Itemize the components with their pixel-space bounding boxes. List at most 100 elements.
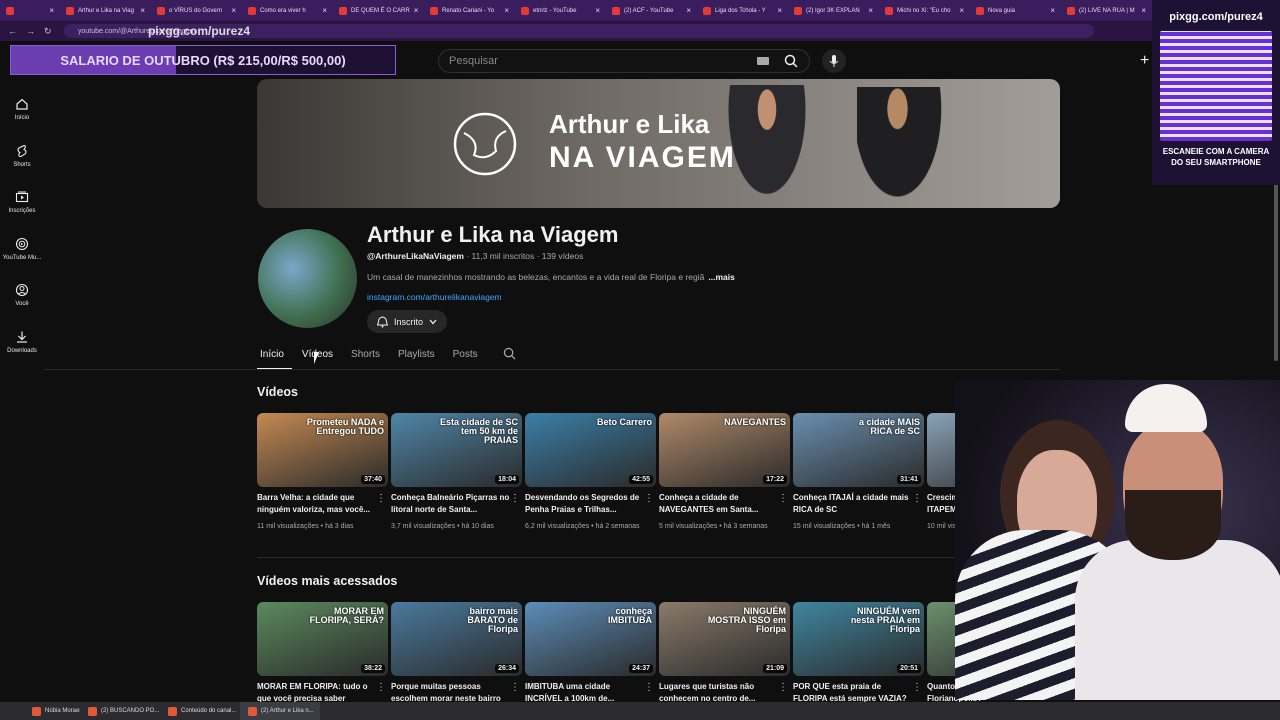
thumbnail-caption: MORAR EM FLORIPA, SERÁ? — [309, 606, 384, 625]
video-thumbnail[interactable]: NINGUÉM vem nesta PRAIA em Floripa 20:51 — [793, 602, 924, 676]
sidebar-item[interactable]: Você — [0, 272, 44, 319]
browser-tab[interactable]: (2) LIVE NA RUA | M × — [1061, 0, 1152, 21]
channel-avatar[interactable] — [258, 229, 357, 328]
tab-posts[interactable]: Posts — [450, 345, 486, 370]
sidebar-item[interactable]: Início — [0, 86, 44, 133]
taskbar-item[interactable]: (2) Arthur e Lika n... — [240, 702, 320, 720]
video-card[interactable]: bairro mais BARATO de Floripa 26:34 Porque… — [391, 602, 522, 705]
browser-tab[interactable]: (2) ACF - YouTube × — [606, 0, 697, 21]
more-options-icon[interactable]: ⋮ — [912, 682, 922, 693]
browser-tab[interactable]: Como era viver h × — [242, 0, 333, 21]
browser-tab[interactable]: Nova guia × — [970, 0, 1061, 21]
microphone-icon — [829, 55, 839, 67]
reload-icon[interactable]: ↻ — [44, 26, 52, 37]
video-card[interactable]: Beto Carrero 42:55 Desvendando os Segredos… — [525, 413, 656, 532]
subscribed-button[interactable]: Inscrito — [367, 310, 447, 333]
search-input[interactable]: Pesquisar — [449, 55, 498, 67]
channel-link[interactable]: instagram.com/arthurelikanaviagem — [367, 292, 502, 302]
globe-icon — [453, 112, 517, 176]
stream-watermark: pixgg.com/purez4 — [148, 24, 251, 38]
create-icon[interactable]: + — [1140, 52, 1149, 70]
more-options-icon[interactable]: ⋮ — [912, 493, 922, 504]
tab-videos[interactable]: Vídeos — [299, 345, 341, 370]
more-options-icon[interactable]: ⋮ — [644, 493, 654, 504]
tab-playlists[interactable]: Playlists — [395, 345, 443, 370]
search-button[interactable] — [773, 50, 809, 72]
browser-tab[interactable]: Arthur e Lika na Viag × — [60, 0, 151, 21]
close-tab-icon[interactable]: × — [414, 6, 419, 15]
browser-tab[interactable]: Michi no Xi: "Eu cho × — [879, 0, 970, 21]
back-icon[interactable]: ← — [8, 26, 17, 36]
sidebar-item[interactable]: Inscrições — [0, 179, 44, 226]
tab-shorts[interactable]: Shorts — [348, 345, 388, 370]
sidebar-item[interactable]: Downloads — [0, 319, 44, 366]
video-card[interactable]: Esta cidade de SC tem 50 km de PRAIAS 18:… — [391, 413, 522, 532]
close-tab-icon[interactable]: × — [1141, 6, 1146, 15]
browser-tab[interactable]: × — [0, 0, 60, 21]
sidebar-item[interactable]: Shorts — [0, 133, 44, 180]
video-card[interactable]: NAVEGANTES 17:22 Conheça a cidade de NAVEG… — [659, 413, 790, 532]
taskbar-item[interactable]: Núbia Moraes Cake... — [0, 702, 80, 720]
taskbar-item[interactable]: (2) BUSCANDO PO... — [80, 702, 160, 720]
close-tab-icon[interactable]: × — [777, 6, 782, 15]
video-card[interactable]: a cidade MAIS RICA de SC 31:41 Conheça ITA… — [793, 413, 924, 532]
video-thumbnail[interactable]: a cidade MAIS RICA de SC 31:41 — [793, 413, 924, 487]
video-card[interactable]: conheça IMBITUBA 24:37 IMBITUBA uma cidade… — [525, 602, 656, 705]
more-options-icon[interactable]: ⋮ — [376, 493, 386, 504]
video-thumbnail[interactable]: NAVEGANTES 17:22 — [659, 413, 790, 487]
search-box[interactable]: Pesquisar — [438, 49, 810, 73]
video-thumbnail[interactable]: Beto Carrero 42:55 — [525, 413, 656, 487]
browser-tab[interactable]: etnrlz - YouTube × — [515, 0, 606, 21]
video-duration: 37:40 — [361, 475, 385, 484]
sidebar-item[interactable]: YouTube Mu... — [0, 226, 44, 273]
video-card[interactable]: Prometeu NADA e Entregou TUDO 37:40 Barra … — [257, 413, 388, 532]
scrollbar-thumb[interactable] — [1274, 161, 1278, 361]
video-title[interactable]: Conheça a cidade de NAVEGANTES em Santa.… — [659, 492, 790, 516]
close-tab-icon[interactable]: × — [959, 6, 964, 15]
video-thumbnail[interactable]: MORAR EM FLORIPA, SERÁ? 38:22 — [257, 602, 388, 676]
video-thumbnail[interactable]: conheça IMBITUBA 24:37 — [525, 602, 656, 676]
more-link[interactable]: ...mais — [708, 272, 734, 282]
close-tab-icon[interactable]: × — [868, 6, 873, 15]
close-tab-icon[interactable]: × — [595, 6, 600, 15]
video-title[interactable]: Conheça Balneário Piçarras no litoral no… — [391, 492, 522, 516]
video-thumbnail[interactable]: NINGUÉM MOSTRA ISSO em Floripa 21:09 — [659, 602, 790, 676]
close-tab-icon[interactable]: × — [231, 6, 236, 15]
more-options-icon[interactable]: ⋮ — [644, 682, 654, 693]
video-title[interactable]: Barra Velha: a cidade que ninguém valori… — [257, 492, 388, 516]
close-tab-icon[interactable]: × — [49, 6, 54, 15]
close-tab-icon[interactable]: × — [1050, 6, 1055, 15]
video-title[interactable]: Conheça ITAJAÍ a cidade mais RICA de SC — [793, 492, 924, 516]
video-thumbnail[interactable]: bairro mais BARATO de Floripa 26:34 — [391, 602, 522, 676]
taskbar-item[interactable]: Conteúdo do canal... — [160, 702, 240, 720]
close-tab-icon[interactable]: × — [322, 6, 327, 15]
more-options-icon[interactable]: ⋮ — [510, 682, 520, 693]
more-options-icon[interactable]: ⋮ — [376, 682, 386, 693]
close-tab-icon[interactable]: × — [504, 6, 509, 15]
more-options-icon[interactable]: ⋮ — [510, 493, 520, 504]
thumbnail-caption: Beto Carrero — [596, 417, 652, 427]
video-thumbnail[interactable]: Esta cidade de SC tem 50 km de PRAIAS 18:… — [391, 413, 522, 487]
browser-tab[interactable]: o VÍRUS do Govern × — [151, 0, 242, 21]
browser-tab[interactable]: (2) Igor 3K EXPLAN × — [788, 0, 879, 21]
more-options-icon[interactable]: ⋮ — [778, 682, 788, 693]
video-thumbnail[interactable]: Prometeu NADA e Entregou TUDO 37:40 — [257, 413, 388, 487]
video-card[interactable]: NINGUÉM MOSTRA ISSO em Floripa 21:09 Lugar… — [659, 602, 790, 705]
close-tab-icon[interactable]: × — [140, 6, 145, 15]
voice-search-button[interactable] — [822, 49, 846, 73]
browser-tab[interactable]: Liga dos Tchola - Y × — [697, 0, 788, 21]
sidebar-item-label: Você — [15, 301, 29, 308]
browser-tab[interactable]: DE QUEM É O CARR × — [333, 0, 424, 21]
close-tab-icon[interactable]: × — [686, 6, 691, 15]
browser-tab[interactable]: Renato Cariani - Yo × — [424, 0, 515, 21]
keyboard-icon[interactable] — [757, 57, 769, 65]
tab-inicio[interactable]: Início — [257, 345, 292, 370]
channel-description[interactable]: Um casal de manezinhos mostrando as bele… — [367, 272, 735, 282]
more-options-icon[interactable]: ⋮ — [778, 493, 788, 504]
channel-search-button[interactable] — [503, 345, 516, 370]
forward-icon[interactable]: → — [26, 26, 35, 36]
video-card[interactable]: NINGUÉM vem nesta PRAIA em Floripa 20:51 P… — [793, 602, 924, 705]
video-title[interactable]: Desvendando os Segredos de Penha Praias … — [525, 492, 656, 516]
video-card[interactable]: MORAR EM FLORIPA, SERÁ? 38:22 MORAR EM FLO… — [257, 602, 388, 705]
qr-footer: ESCANEIE COM A CAMERA DO SEU SMARTPHONE — [1152, 146, 1280, 168]
